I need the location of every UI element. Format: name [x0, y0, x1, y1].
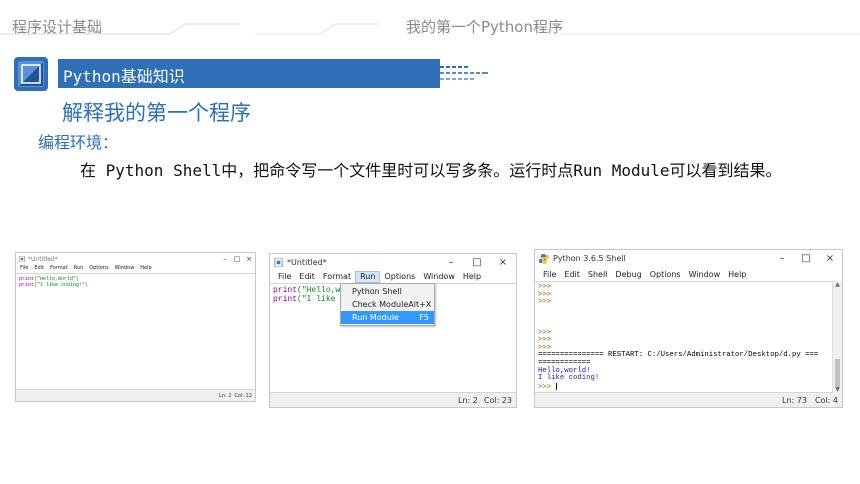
- window-title: Python 3.6.5 Shell: [553, 254, 626, 263]
- close-icon[interactable]: ×: [490, 257, 516, 268]
- shell-prompt: >>>: [538, 336, 552, 345]
- vertical-scrollbar[interactable]: ▲ ▼: [832, 281, 842, 393]
- menu-options[interactable]: Options: [380, 271, 419, 283]
- menu-file[interactable]: File: [539, 269, 560, 281]
- shell-output[interactable]: >>> >>> >>> >>> >>> >>> =============== RESTA…: [535, 281, 832, 393]
- menu-window[interactable]: Window: [685, 269, 725, 281]
- menu-help[interactable]: Help: [724, 269, 750, 281]
- menu-format[interactable]: Format: [50, 265, 68, 273]
- scroll-up-icon[interactable]: ▲: [833, 281, 842, 288]
- window-title: *Untitled*: [28, 255, 58, 263]
- scroll-thumb[interactable]: [835, 359, 840, 387]
- menu-run[interactable]: Run: [74, 265, 84, 273]
- section-title: Python基础知识: [63, 67, 185, 86]
- title-bar: Python 3.6.5 Shell – □ ×: [535, 250, 842, 267]
- menu-debug[interactable]: Debug: [611, 269, 645, 281]
- shell-prompt: >>>: [538, 290, 552, 299]
- close-icon[interactable]: ×: [818, 253, 842, 264]
- section-subtitle: 解释我的第一个程序: [62, 101, 251, 125]
- title-bar: *Untitled* – □ ×: [16, 253, 255, 265]
- shell-prompt: >>>: [538, 383, 552, 392]
- status-bar: Ln: 73 Col: 4: [535, 393, 842, 407]
- minimize-icon[interactable]: –: [770, 253, 794, 264]
- menu-window[interactable]: Window: [115, 265, 135, 273]
- menu-edit[interactable]: Edit: [560, 269, 584, 281]
- line-indicator: Ln: 2: [219, 392, 232, 399]
- menu-window[interactable]: Window: [419, 271, 459, 283]
- python-file-icon: [16, 256, 25, 262]
- menu-help[interactable]: Help: [459, 271, 485, 283]
- column-indicator: Col: 23: [483, 395, 512, 405]
- menu-edit[interactable]: Edit: [34, 265, 44, 273]
- title-bar: *Untitled* – □ ×: [270, 254, 516, 271]
- menu-item-run-module[interactable]: Run Module F5: [341, 311, 434, 324]
- column-indicator: Col: 4: [814, 395, 838, 405]
- line-indicator: Ln: 2: [458, 395, 478, 405]
- shell-input-line: >>>: [538, 382, 829, 392]
- python-shell-window: Python 3.6.5 Shell – □ × File Edit Shell…: [534, 249, 843, 408]
- idle-editor-run-window: *Untitled* – □ × File Edit Format Run Op…: [269, 253, 517, 408]
- lesson-title: 我的第一个Python程序: [406, 18, 563, 36]
- column-indicator: Col: 22: [234, 392, 252, 399]
- menu-file[interactable]: File: [274, 271, 295, 283]
- menu-shell[interactable]: Shell: [584, 269, 612, 281]
- minimize-icon[interactable]: –: [219, 255, 231, 263]
- text-cursor: [555, 382, 557, 390]
- menu-file[interactable]: File: [20, 265, 28, 273]
- menu-bar: File Edit Format Run Options Window Help: [270, 271, 516, 283]
- menu-options[interactable]: Options: [646, 269, 685, 281]
- shell-prompt: >>>: [538, 283, 552, 291]
- menu-edit[interactable]: Edit: [295, 271, 319, 283]
- status-bar: Ln: 2 Col: 22: [16, 390, 255, 401]
- idle-editor-window: *Untitled* – □ × File Edit Format Run Op…: [15, 252, 256, 402]
- scroll-down-icon[interactable]: ▼: [833, 386, 842, 393]
- menu-bar: File Edit Shell Debug Options Window Hel…: [535, 269, 842, 281]
- menu-format[interactable]: Format: [319, 271, 355, 283]
- line-indicator: Ln: 73: [782, 395, 807, 405]
- banner-decoration: [440, 66, 488, 80]
- code-line: print("I like coding!"): [19, 282, 89, 288]
- run-dropdown-menu: Python Shell Check Module Alt+X Run Modu…: [340, 283, 435, 326]
- python-logo-icon: [535, 253, 549, 264]
- window-title: *Untitled*: [287, 258, 327, 267]
- python-file-icon: [270, 258, 283, 267]
- code-editor[interactable]: print("Hello,World") print("I like coding…: [16, 273, 255, 390]
- body-paragraph: 在 Python Shell中，把命令写一个文件里时可以写多条。运行时点Run …: [80, 161, 782, 180]
- menu-options[interactable]: Options: [89, 265, 108, 273]
- maximize-icon[interactable]: □: [464, 257, 490, 268]
- maximize-icon[interactable]: □: [794, 253, 818, 264]
- environment-label: 编程环境：: [38, 133, 119, 152]
- maximize-icon[interactable]: □: [231, 255, 243, 263]
- close-icon[interactable]: ×: [243, 255, 255, 263]
- menu-item-python-shell[interactable]: Python Shell: [341, 285, 434, 298]
- shell-prompt: >>>: [538, 298, 552, 307]
- shell-prompt: >>>: [538, 328, 552, 337]
- menu-item-check-module[interactable]: Check Module Alt+X: [341, 298, 434, 311]
- menu-help[interactable]: Help: [140, 265, 151, 273]
- program-output: I like coding!: [538, 374, 600, 383]
- menu-bar: File Edit Format Run Options Window Help: [16, 265, 255, 273]
- minimize-icon[interactable]: –: [438, 257, 464, 268]
- status-bar: Ln: 2 Col: 23: [270, 393, 516, 407]
- menu-run[interactable]: Run: [355, 271, 381, 283]
- section-icon: [14, 57, 48, 91]
